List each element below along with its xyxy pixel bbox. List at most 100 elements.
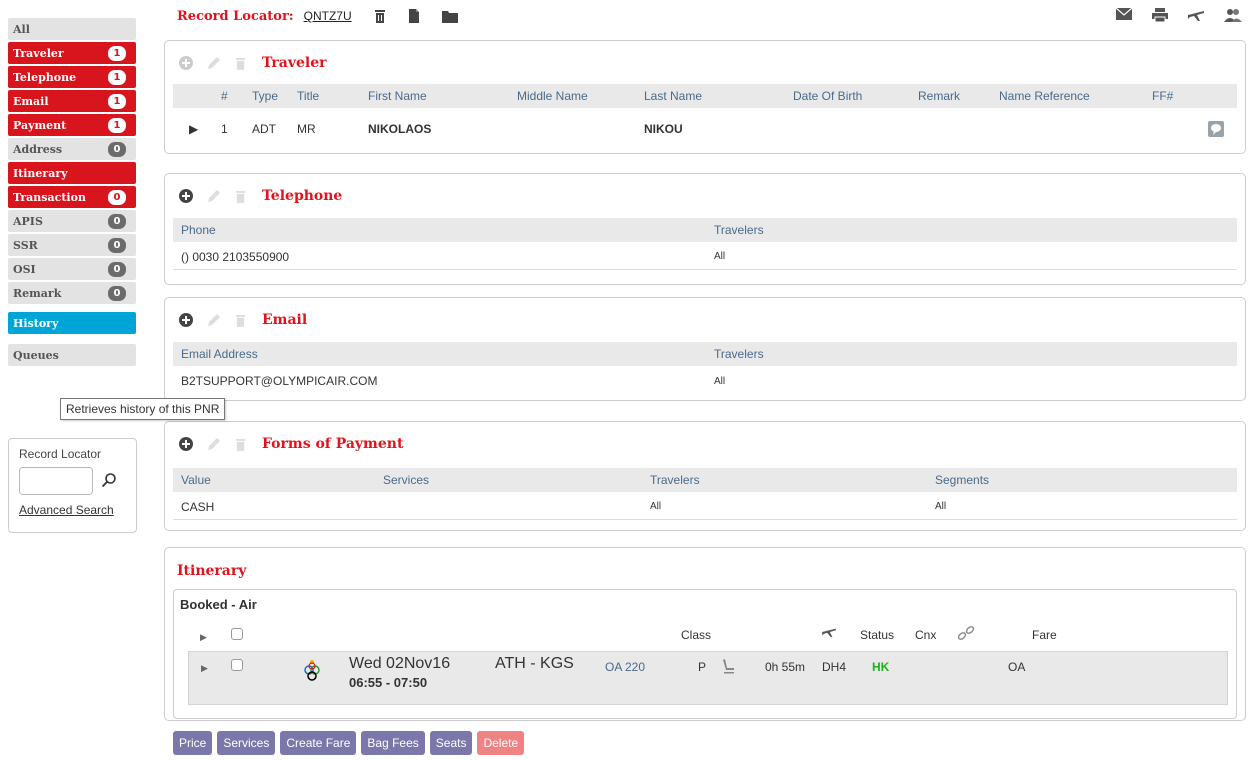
record-locator-label: Record Locator: [177,8,294,24]
col-header: Travelers [714,347,764,361]
col-header: Travelers [714,223,764,237]
sidebar-item-queues[interactable]: Queues [8,344,136,366]
sidebar-item-address[interactable]: Address 0 [8,138,136,160]
phone-value: () 0030 2103550900 [181,249,290,264]
advanced-search-link[interactable]: Advanced Search [19,503,136,517]
trash-icon[interactable] [374,9,386,23]
trash-icon[interactable] [235,438,246,451]
flight-segment-row[interactable]: ▶ Wed 02Nov16 06:55 - 07:50 ATH - KGS OA… [188,651,1228,705]
booked-air-box: Booked - Air ▶ Class Status Cnx Fare ▶ W… [173,589,1237,719]
col-header: Segments [935,473,990,487]
sidebar-item-label: Itinerary [13,166,68,180]
table-row[interactable]: ▶ 1 ADT MR NIKOLAOS NIKOU [173,116,1237,142]
count-badge: 0 [108,189,126,205]
sidebar-item-all[interactable]: All [8,18,136,40]
document-icon[interactable] [408,9,420,23]
count-badge: 0 [108,213,126,229]
count-badge: 1 [108,45,126,61]
cnx-column-header: Cnx [915,628,937,642]
record-locator-input[interactable] [19,467,93,495]
payment-panel: Forms of Payment Value Services Traveler… [164,421,1246,531]
col-header: Remark [918,89,961,103]
segment-checkbox[interactable] [231,659,243,671]
sidebar-item-traveler[interactable]: Traveler 1 [8,42,136,64]
traveler-panel: Traveler # Type Title First Name Middle … [164,40,1246,154]
page-header: Record Locator: QNTZ7U [177,6,458,26]
col-header: Email Address [181,347,258,361]
sidebar-item-ssr[interactable]: SSR 0 [8,234,136,256]
expand-icon[interactable]: ▶ [189,116,198,142]
price-button[interactable]: Price [173,731,213,755]
col-header: Travelers [650,473,700,487]
sidebar-item-label: Transaction [13,190,86,204]
trash-icon[interactable] [235,190,246,203]
itinerary-title: Itinerary [177,563,247,579]
phone-travelers: All [714,251,726,262]
sidebar-item-transaction[interactable]: Transaction 0 [8,186,136,208]
table-row[interactable]: CASH All All [173,494,1237,520]
col-header: Phone [181,223,216,237]
booked-air-title: Booked - Air [180,597,257,612]
sidebar-item-email[interactable]: Email 1 [8,90,136,112]
table-row[interactable]: () 0030 2103550900 All [173,244,1237,270]
trash-icon[interactable] [235,314,246,327]
add-icon[interactable] [179,56,193,70]
sidebar-item-apis[interactable]: APIS 0 [8,210,136,232]
add-icon[interactable] [179,437,193,451]
mail-icon[interactable] [1116,8,1132,22]
edit-icon[interactable] [207,437,221,451]
delete-button[interactable]: Delete [477,731,525,755]
sidebar-item-osi[interactable]: OSI 0 [8,258,136,280]
table-row[interactable]: B2TSUPPORT@OLYMPICAIR.COM All [173,368,1237,394]
sidebar-item-remark[interactable]: Remark 0 [8,282,136,304]
plane-icon[interactable] [1188,8,1204,22]
email-table-header: Email Address Travelers [173,342,1237,366]
sidebar-item-payment[interactable]: Payment 1 [8,114,136,136]
seats-button[interactable]: Seats [429,731,473,755]
traveler-num: 1 [221,122,228,136]
comment-icon[interactable] [1208,116,1224,142]
edit-icon[interactable] [207,189,221,203]
itinerary-panel: Itinerary Booked - Air ▶ Class Status Cn… [164,547,1246,721]
bag-fees-button[interactable]: Bag Fees [361,731,425,755]
sidebar-item-label: Queues [13,348,59,362]
sidebar-item-label: Payment [13,118,67,132]
search-icon[interactable] [101,472,117,491]
folder-icon[interactable] [441,10,458,23]
count-badge: 0 [108,261,126,277]
sidebar-item-label: All [13,22,30,36]
record-locator-search: Record Locator Advanced Search [8,438,137,533]
count-badge: 0 [108,237,126,253]
telephone-panel: Telephone Phone Travelers () 0030 210355… [164,173,1246,285]
record-locator-search-label: Record Locator [19,447,102,461]
sidebar-item-history[interactable]: History [8,312,136,334]
sidebar-item-itinerary[interactable]: Itinerary [8,162,136,184]
col-header: Title [297,89,320,103]
count-badge: 1 [108,117,126,133]
sidebar-item-telephone[interactable]: Telephone 1 [8,66,136,88]
traveler-title: Traveler [262,55,327,71]
add-icon[interactable] [179,189,193,203]
traveler-first-name: NIKOLAOS [368,122,432,136]
create-fare-button[interactable]: Create Fare [280,731,357,755]
trash-icon[interactable] [235,57,246,70]
users-icon[interactable] [1224,8,1242,22]
link-icon [957,626,975,643]
traveler-type: ADT [252,122,276,136]
segment-equipment: DH4 [822,660,847,674]
edit-icon[interactable] [207,313,221,327]
services-button[interactable]: Services [217,731,276,755]
edit-icon[interactable] [207,56,221,70]
add-icon[interactable] [179,313,193,327]
sidebar-item-label: Address [13,142,63,156]
expand-icon[interactable]: ▶ [201,663,208,674]
record-locator-value[interactable]: QNTZ7U [304,9,352,23]
count-badge: 1 [108,93,126,109]
email-panel: Email Email Address Travelers B2TSUPPORT… [164,297,1246,401]
select-all-checkbox[interactable] [231,628,243,640]
print-icon[interactable] [1152,8,1168,22]
seat-icon[interactable] [722,658,736,677]
expand-all-icon[interactable]: ▶ [200,632,207,643]
segment-duration: 0h 55m [765,660,806,674]
airline-logo-icon [304,658,320,687]
